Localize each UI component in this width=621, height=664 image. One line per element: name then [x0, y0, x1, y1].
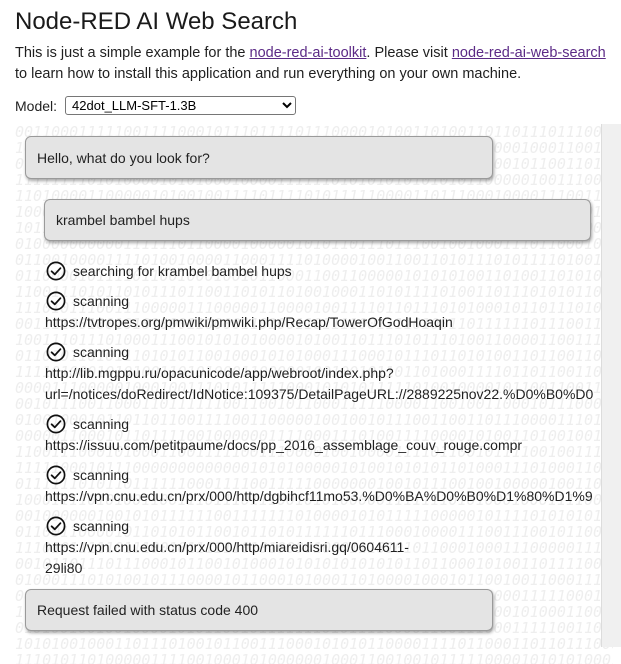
status-text: scanning [73, 517, 130, 534]
chat-scrollbar[interactable] [601, 124, 621, 647]
status-url-continued: 29li80 [45, 560, 83, 576]
check-circle-icon [46, 414, 66, 434]
link-node-red-ai-toolkit[interactable]: node-red-ai-toolkit [250, 45, 367, 61]
status-item: scanning https://vpn.cnu.edu.cn/prx/000/… [45, 515, 409, 579]
bot-greeting-bubble: Hello, what do you look for? [25, 136, 493, 179]
user-query-bubble: krambel bambel hups [44, 199, 591, 241]
status-text: scanning [73, 466, 130, 483]
status-item: scanning https://tvtropes.org/pmwiki/pmw… [45, 290, 453, 333]
status-item: scanning http://lib.mgppu.ru/opacunicode… [45, 341, 594, 405]
link-node-red-ai-web-search[interactable]: node-red-ai-web-search [452, 45, 606, 61]
status-text: scanning [73, 415, 130, 432]
error-text: Request failed with status code 400 [37, 602, 259, 618]
bot-greeting-text: Hello, what do you look for? [37, 149, 210, 166]
chat-panel: 0011000111110011110001011101111011100001… [15, 124, 613, 664]
status-url: https://vpn.cnu.edu.cn/prx/000/http/dgbi… [45, 488, 593, 504]
status-url: https://issuu.com/petitpaume/docs/pp_201… [45, 437, 523, 453]
model-label: Model: [15, 97, 58, 114]
user-query-text: krambel bambel hups [56, 212, 190, 228]
status-url: https://vpn.cnu.edu.cn/prx/000/http/miar… [45, 539, 409, 555]
status-url: http://lib.mgppu.ru/opacunicode/app/webr… [45, 365, 394, 381]
error-bubble: Request failed with status code 400 [25, 589, 493, 631]
check-circle-icon [46, 291, 66, 311]
model-select[interactable]: 42dot_LLM-SFT-1.3B [65, 96, 297, 115]
status-item: scanning https://vpn.cnu.edu.cn/prx/000/… [45, 464, 593, 507]
status-item: scanning https://issuu.com/petitpaume/do… [45, 413, 523, 456]
check-circle-icon [46, 465, 66, 485]
status-url-continued: url=/notices/doRedirect/IdNotice:109375/… [45, 386, 594, 402]
status-url: https://tvtropes.org/pmwiki/pmwiki.php/R… [45, 314, 453, 330]
check-circle-icon [46, 516, 66, 536]
status-text: scanning [73, 292, 130, 309]
status-item: searching for krambel bambel hups [46, 260, 292, 282]
model-selector-row: Model: 42dot_LLM-SFT-1.3B [15, 96, 297, 115]
intro-text: This is just a simple example for the no… [15, 45, 606, 82]
status-text: scanning [73, 343, 130, 360]
check-circle-icon [46, 342, 66, 362]
page-title: Node-RED AI Web Search [15, 8, 298, 35]
check-circle-icon [46, 261, 66, 281]
status-text: searching for krambel bambel hups [73, 262, 292, 279]
